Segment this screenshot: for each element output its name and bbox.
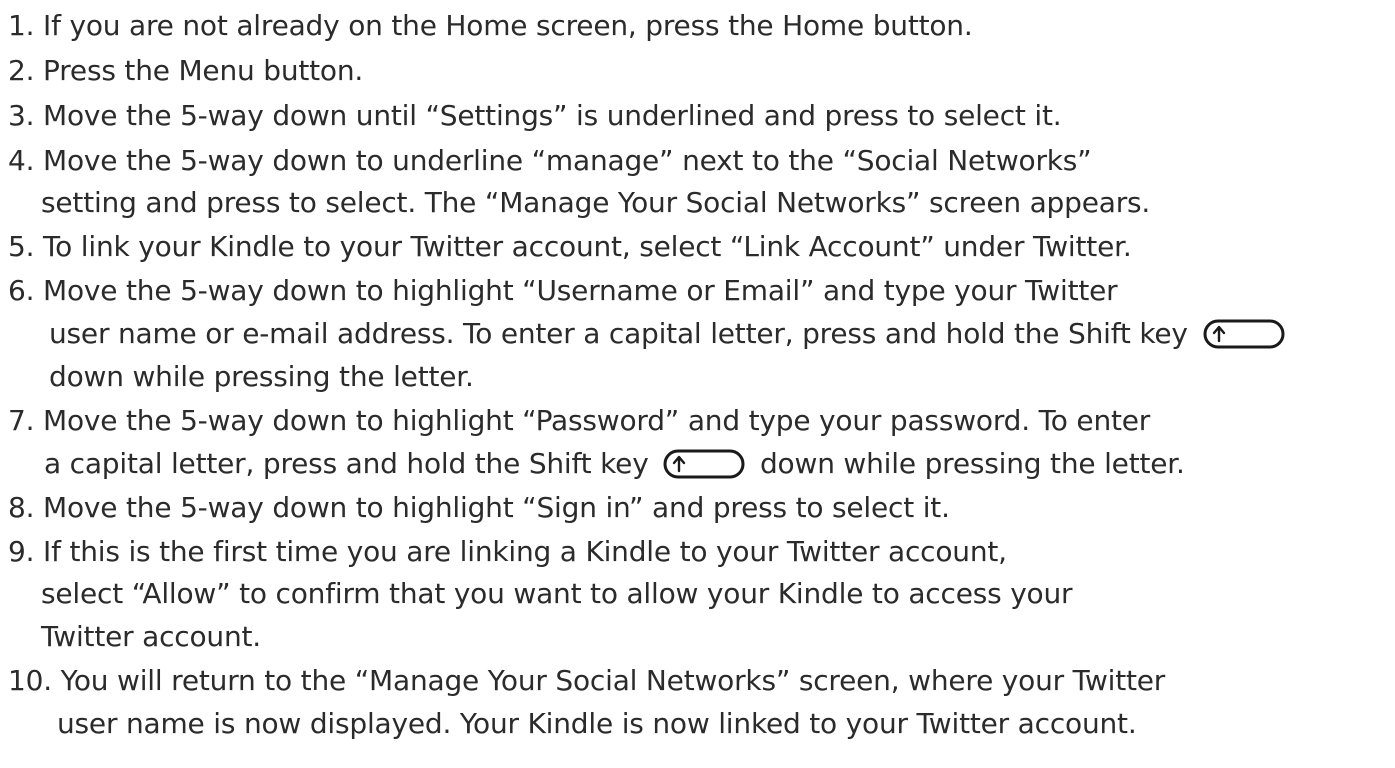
step-text: If this is the first time you are linkin…	[43, 535, 1007, 568]
step-number: 7.	[8, 404, 35, 437]
step-7: 7. Move the 5-way down to highlight “Pas…	[8, 404, 1150, 438]
step-1: 1. If you are not already on the Home sc…	[8, 9, 973, 43]
step-number: 10.	[8, 664, 52, 697]
step-text: Move the 5-way down to highlight “Passwo…	[43, 404, 1151, 437]
step-number: 8.	[8, 491, 35, 524]
step-number: 5.	[8, 230, 35, 263]
shift-key-icon	[1203, 319, 1285, 349]
step-text: Move the 5-way down until “Settings” is …	[43, 99, 1062, 132]
step-text: down while pressing the letter.	[49, 360, 474, 393]
step-text: down while pressing the letter.	[759, 447, 1185, 480]
step-9: 9. If this is the first time you are lin…	[8, 535, 1007, 569]
step-text: Move the 5-way down to highlight “Userna…	[43, 274, 1118, 307]
step-text: user name is now displayed. Your Kindle …	[57, 707, 1137, 740]
step-3: 3. Move the 5-way down until “Settings” …	[8, 99, 1062, 133]
step-text: You will return to the “Manage Your Soci…	[60, 664, 1166, 697]
step-text: Twitter account.	[41, 620, 261, 653]
step-10-continuation: user name is now displayed. Your Kindle …	[57, 707, 1137, 741]
step-8: 8. Move the 5-way down to highlight “Sig…	[8, 491, 950, 525]
step-number: 6.	[8, 274, 35, 307]
document-page: { "steps": [ { "number": "1.", "lines": …	[0, 0, 1395, 768]
step-text: user name or e-mail address. To enter a …	[49, 317, 1188, 350]
step-4: 4. Move the 5-way down to underline “man…	[8, 144, 1092, 178]
step-text: To link your Kindle to your Twitter acco…	[43, 230, 1132, 263]
step-text: setting and press to select. The “Manage…	[41, 186, 1151, 219]
step-number: 3.	[8, 99, 35, 132]
step-number: 1.	[8, 9, 35, 42]
step-4-continuation: setting and press to select. The “Manage…	[41, 186, 1150, 220]
step-text: Move the 5-way down to highlight “Sign i…	[43, 491, 950, 524]
step-number: 2.	[8, 54, 35, 87]
step-number: 9.	[8, 535, 35, 568]
step-10: 10. You will return to the “Manage Your …	[8, 664, 1165, 698]
shift-key-icon	[663, 449, 745, 479]
step-5: 5. To link your Kindle to your Twitter a…	[8, 230, 1132, 264]
step-text: Press the Menu button.	[43, 54, 364, 87]
step-6-continuation: down while pressing the letter.	[49, 360, 474, 394]
step-6-continuation: user name or e-mail address. To enter a …	[49, 317, 1291, 351]
step-text: select “Allow” to confirm that you want …	[41, 577, 1073, 610]
step-9-continuation: select “Allow” to confirm that you want …	[41, 577, 1073, 611]
step-7-continuation: a capital letter, press and hold the Shi…	[44, 447, 1185, 481]
step-2: 2. Press the Menu button.	[8, 54, 363, 88]
step-text: If you are not already on the Home scree…	[43, 9, 973, 42]
step-number: 4.	[8, 144, 35, 177]
step-9-continuation: Twitter account.	[41, 620, 261, 654]
step-text: Move the 5-way down to underline “manage…	[43, 144, 1092, 177]
step-text: a capital letter, press and hold the Shi…	[44, 447, 649, 480]
step-6: 6. Move the 5-way down to highlight “Use…	[8, 274, 1118, 308]
